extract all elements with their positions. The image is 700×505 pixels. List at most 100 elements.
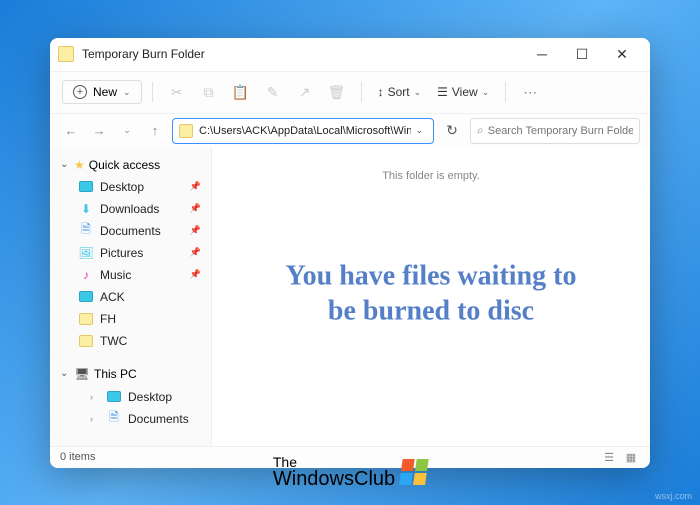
maximize-button[interactable]: ☐: [562, 40, 602, 68]
minimize-button[interactable]: ─: [522, 40, 562, 68]
separator: [505, 82, 506, 102]
refresh-button[interactable]: ↻: [440, 119, 464, 143]
chevron-down-icon: ⌄: [414, 87, 422, 98]
cut-icon[interactable]: ✂: [163, 78, 191, 106]
forward-button[interactable]: →: [88, 120, 110, 142]
copy-icon[interactable]: ⧉: [195, 78, 223, 106]
pc-icon: 🖥: [74, 366, 90, 382]
close-button[interactable]: ✕: [602, 40, 642, 68]
chevron-right-icon: ›: [90, 414, 100, 424]
sidebar-item-music[interactable]: ♪ Music 📌: [50, 264, 211, 286]
details-view-icon[interactable]: ☰: [600, 449, 618, 465]
search-input[interactable]: [488, 125, 633, 137]
separator: [152, 82, 153, 102]
rename-icon[interactable]: ✎: [259, 78, 287, 106]
sidebar-item-label: Pictures: [100, 246, 143, 260]
explorer-window: Temporary Burn Folder ─ ☐ ✕ + New ⌄ ✂ ⧉ …: [50, 38, 650, 468]
pin-icon: 📌: [190, 203, 201, 214]
windows-logo-icon: [399, 459, 429, 485]
sort-label: Sort: [388, 85, 410, 99]
sidebar-item-label: Desktop: [128, 390, 172, 404]
sidebar-item-label: FH: [100, 312, 116, 326]
item-count: 0 items: [60, 451, 95, 463]
toolbar: + New ⌄ ✂ ⧉ 📋 ✎ ↗ 🗑 ↕ Sort ⌄ ☰ View ⌄ ⋯: [50, 72, 650, 114]
separator: [361, 82, 362, 102]
address-row: ← → ⌄ ↑ ⌄ ↻ ⌕: [50, 114, 650, 148]
new-label: New: [93, 85, 117, 99]
pin-icon: 📌: [190, 225, 201, 236]
download-icon: ⬇: [78, 201, 94, 217]
share-icon[interactable]: ↗: [291, 78, 319, 106]
new-button[interactable]: + New ⌄: [62, 80, 142, 104]
sidebar-item-label: TWC: [100, 334, 127, 348]
sidebar-item-fh[interactable]: FH: [50, 308, 211, 330]
search-icon: ⌕: [477, 123, 484, 138]
sidebar-item-label: Desktop: [100, 180, 144, 194]
pin-icon: 📌: [190, 181, 201, 192]
sidebar-item-label: ACK: [100, 290, 125, 304]
sidebar-item-ack[interactable]: ACK: [50, 286, 211, 308]
pin-icon: 📌: [190, 269, 201, 280]
address-bar[interactable]: ⌄: [172, 118, 434, 144]
chevron-down-icon[interactable]: ⌄: [411, 125, 427, 136]
folder-icon: [78, 311, 94, 327]
quick-access-header[interactable]: ⌄ ★ Quick access: [50, 154, 211, 176]
chevron-down-icon: ⌄: [60, 368, 70, 379]
watermark: The WindowsClub: [273, 455, 427, 489]
chevron-down-icon: ⌄: [60, 159, 70, 170]
desktop-icon: [78, 179, 94, 195]
sidebar-item-twc[interactable]: TWC: [50, 330, 211, 352]
sidebar-item-label: Documents: [128, 412, 189, 426]
view-icon: ☰: [437, 85, 448, 99]
this-pc-header[interactable]: ⌄ 🖥 This PC: [50, 362, 211, 386]
content-pane: This folder is empty. You have files wai…: [212, 148, 650, 446]
desktop-icon: [106, 389, 122, 405]
recent-dropdown[interactable]: ⌄: [116, 120, 138, 142]
picture-icon: 🖼: [78, 245, 94, 261]
sidebar-item-label: Downloads: [100, 202, 159, 216]
address-input[interactable]: [199, 125, 411, 137]
view-label: View: [452, 85, 478, 99]
paste-icon[interactable]: 📋: [227, 78, 255, 106]
sidebar-item-label: Music: [100, 268, 131, 282]
document-icon: 🗎: [106, 411, 122, 427]
this-pc-label: This PC: [94, 367, 137, 381]
back-button[interactable]: ←: [60, 120, 82, 142]
sidebar-item-documents[interactable]: 🗎 Documents 📌: [50, 220, 211, 242]
sidebar-item-downloads[interactable]: ⬇ Downloads 📌: [50, 198, 211, 220]
sidebar-item-pictures[interactable]: 🖼 Pictures 📌: [50, 242, 211, 264]
pin-icon: 📌: [190, 247, 201, 258]
delete-icon[interactable]: 🗑: [323, 78, 351, 106]
chevron-down-icon: ⌄: [482, 87, 490, 98]
sort-button[interactable]: ↕ Sort ⌄: [372, 81, 428, 103]
thumbnails-view-icon[interactable]: ▦: [622, 449, 640, 465]
sidebar-item-label: Documents: [100, 224, 161, 238]
monitor-icon: [78, 289, 94, 305]
sidebar-item-pc-documents[interactable]: › 🗎 Documents: [50, 408, 211, 430]
more-icon[interactable]: ⋯: [516, 78, 544, 106]
star-icon: ★: [74, 158, 85, 172]
sort-icon: ↕: [378, 85, 384, 99]
search-box[interactable]: ⌕: [470, 118, 640, 144]
document-icon: 🗎: [78, 223, 94, 239]
folder-icon: [58, 46, 74, 62]
sidebar-item-pc-desktop[interactable]: › Desktop: [50, 386, 211, 408]
up-button[interactable]: ↑: [144, 120, 166, 142]
empty-folder-message: This folder is empty.: [382, 170, 480, 182]
quick-access-label: Quick access: [89, 158, 160, 172]
corner-watermark: wsxj.com: [655, 491, 692, 501]
plus-icon: +: [73, 85, 87, 99]
overlay-caption: You have files waiting to be burned to d…: [271, 258, 591, 328]
folder-icon: [179, 124, 193, 138]
chevron-right-icon: ›: [90, 392, 100, 402]
view-button[interactable]: ☰ View ⌄: [431, 81, 495, 103]
folder-icon: [78, 333, 94, 349]
watermark-text: The WindowsClub: [273, 455, 395, 489]
window-title: Temporary Burn Folder: [82, 47, 522, 61]
music-icon: ♪: [78, 267, 94, 283]
sidebar: ⌄ ★ Quick access Desktop 📌 ⬇ Downloads 📌…: [50, 148, 212, 446]
sidebar-item-desktop[interactable]: Desktop 📌: [50, 176, 211, 198]
titlebar: Temporary Burn Folder ─ ☐ ✕: [50, 38, 650, 72]
chevron-down-icon: ⌄: [123, 87, 131, 98]
body: ⌄ ★ Quick access Desktop 📌 ⬇ Downloads 📌…: [50, 148, 650, 446]
